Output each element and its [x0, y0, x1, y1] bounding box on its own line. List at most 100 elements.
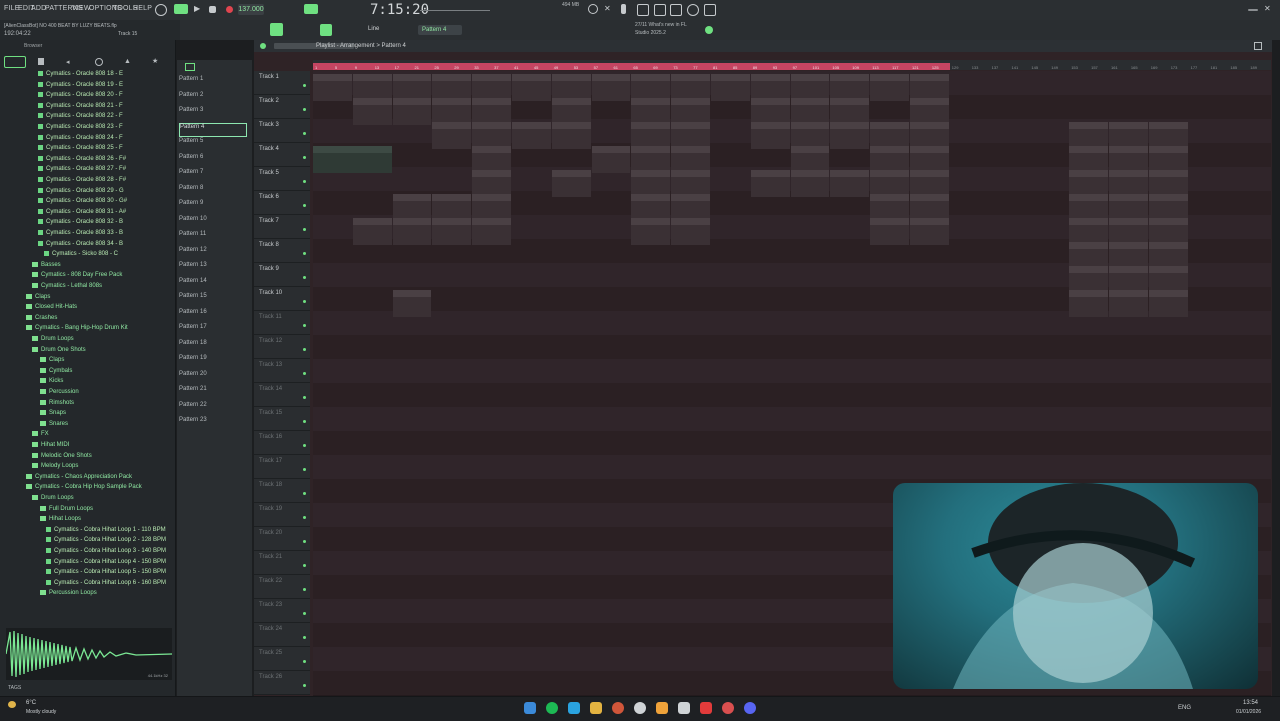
browser-folder[interactable]: Percussion	[40, 389, 79, 399]
track-header[interactable]: Track 9	[254, 263, 310, 287]
pattern-clip[interactable]: Pattern 20	[631, 194, 671, 221]
discord-icon[interactable]	[744, 702, 756, 714]
pattern-clip[interactable]: Pattern 13	[472, 170, 511, 197]
pattern-item[interactable]: Pattern 5	[179, 138, 245, 150]
pattern-clip[interactable]: Pattern 3	[910, 74, 949, 101]
browser-folder[interactable]: Drum One Shots	[32, 346, 86, 357]
track-mute-led[interactable]	[303, 204, 306, 207]
pattern-clip[interactable]: Pattern 18	[1069, 290, 1108, 317]
browser-file[interactable]: Cymatics - Cobra Hihat Loop 4 - 150 BPM	[46, 558, 166, 569]
pattern-item[interactable]: Pattern 16	[179, 309, 245, 321]
news-line-2[interactable]: Studio 2025.2	[635, 30, 666, 36]
pattern-item[interactable]: Pattern 3	[179, 107, 245, 119]
browser-back-button[interactable]	[4, 56, 26, 68]
browser-folder[interactable]: Cymbals	[40, 367, 72, 378]
weather-desc[interactable]: Mostly cloudy	[26, 709, 56, 715]
pattern-clip[interactable]: Pattern 12	[631, 146, 671, 173]
pattern-clip[interactable]: Patt. 16	[750, 98, 790, 125]
pattern-clip[interactable]: Pattern 14	[551, 170, 591, 197]
pattern-item[interactable]: Pattern 9	[179, 200, 245, 212]
track-header[interactable]: Track 24	[254, 623, 310, 647]
browser-settings-icon[interactable]	[95, 58, 103, 66]
piano-roll-icon[interactable]	[637, 4, 649, 16]
pattern-clip[interactable]: Pattern 18	[1148, 290, 1188, 317]
master-pitch-slider[interactable]	[420, 10, 490, 11]
pattern-clip[interactable]: Pattern 18	[671, 218, 710, 245]
pattern-clip[interactable]: Pattern 20	[910, 194, 949, 221]
youtube-icon[interactable]	[700, 702, 712, 714]
pattern-clip[interactable]: Pattern 18	[910, 218, 949, 245]
pattern-selector[interactable]: Pattern 4	[418, 25, 462, 35]
browser-folder[interactable]: Melody Loops	[32, 463, 78, 473]
metronome-icon[interactable]	[155, 4, 167, 16]
track-mute-led[interactable]	[303, 396, 306, 399]
pattern-clip[interactable]: Pattern 12	[1148, 170, 1188, 197]
browser-file[interactable]: Cymatics - Oracle 808 29 - G	[38, 187, 124, 198]
pattern-item[interactable]: Pattern 13	[179, 262, 245, 274]
pattern-song-toggle[interactable]	[174, 4, 188, 14]
pattern-clip[interactable]: Pattern 1	[1069, 122, 1108, 149]
browser-file[interactable]: Cymatics - Oracle 808 33 - B	[38, 230, 123, 240]
pattern-clip[interactable]: Pattern 3	[472, 74, 511, 101]
menu-help[interactable]: HELP	[133, 5, 152, 12]
app-icon-red[interactable]	[722, 702, 734, 714]
browser-file[interactable]: Cymatics - Cobra Hihat Loop 6 - 160 BPM	[46, 579, 166, 590]
pattern-clip[interactable]: Pattern 15	[352, 98, 392, 125]
playlist-lane[interactable]	[313, 455, 1271, 480]
pattern-clip[interactable]: Pattern 20	[432, 194, 472, 221]
browser-folder[interactable]: Basses	[32, 261, 61, 272]
pattern-clip[interactable]: Pattern 18	[1069, 242, 1108, 269]
browser-file[interactable]: Cymatics - Oracle 808 26 - F#	[38, 155, 126, 166]
browser-file[interactable]: Cymatics - Oracle 808 23 - F	[38, 124, 123, 134]
pattern-clip[interactable]: Patt. 13	[750, 170, 790, 197]
pattern-clip[interactable]: Pattern 18	[1109, 290, 1148, 317]
pattern-item[interactable]: Pattern 14	[179, 278, 245, 290]
track-header[interactable]: Track 1	[254, 71, 310, 95]
pattern-clip[interactable]: Pattern 17	[830, 98, 870, 125]
track-header[interactable]: Track 19	[254, 503, 310, 527]
pattern-clip[interactable]: Pattern 22	[910, 122, 949, 149]
sample-waveform-preview[interactable]: 44.1kHz 32	[6, 628, 172, 680]
browser-file[interactable]: Cymatics - Oracle 808 18 - E	[38, 71, 123, 81]
browser-file[interactable]: Cymatics - Oracle 808 20 - F	[38, 92, 123, 102]
track-mute-led[interactable]	[303, 612, 306, 615]
pattern-clip[interactable]: Pattern 12	[1069, 170, 1108, 197]
pattern-clip[interactable]: Pattern 8	[1109, 146, 1148, 173]
plugin-database-icon[interactable]	[670, 4, 682, 16]
pattern-clip[interactable]: Pattern 18	[1148, 242, 1188, 269]
pattern-clip[interactable]: Pattern 15	[1069, 218, 1108, 245]
pattern-clip[interactable]: Pattern 13	[830, 170, 870, 197]
pattern-item[interactable]: Pattern 6	[179, 154, 245, 166]
track-header[interactable]: Track 6	[254, 191, 310, 215]
pattern-clip[interactable]: Pattern 13	[1069, 194, 1108, 221]
pattern-clip[interactable]: Pattern 12	[671, 146, 710, 173]
pattern-item[interactable]: Pattern 22	[179, 402, 245, 414]
pattern-clip[interactable]: Pattern 19	[1069, 266, 1108, 293]
stop-icon[interactable]	[209, 6, 216, 13]
browser-file[interactable]: Cymatics - Oracle 808 32 - B	[38, 219, 123, 229]
pattern-clip[interactable]: Pattern 7	[870, 74, 909, 101]
browser-folder[interactable]: Snares	[40, 420, 68, 431]
track-mute-led[interactable]	[303, 132, 306, 135]
pattern-clip[interactable]: Pattern 8	[432, 122, 472, 149]
pattern-clip[interactable]: Pattern 12	[790, 146, 830, 173]
track-mute-led[interactable]	[303, 660, 306, 663]
browser-file[interactable]: Cymatics - Oracle 808 19 - E	[38, 81, 123, 92]
pattern-clip[interactable]: Pattern 18	[392, 218, 432, 245]
pattern-clip[interactable]: Pattern 13	[870, 170, 909, 197]
track-header[interactable]: Track 14	[254, 383, 310, 407]
track-mute-led[interactable]	[303, 372, 306, 375]
browser-file[interactable]: Cymatics - Oracle 808 25 - F	[38, 145, 123, 155]
playlist-menu-icon[interactable]	[260, 43, 266, 49]
browser-folder[interactable]: Rimshots	[40, 399, 74, 410]
mic-icon[interactable]	[621, 4, 626, 14]
channel-rack-icon[interactable]	[654, 4, 666, 16]
track-mute-led[interactable]	[303, 108, 306, 111]
windows-start-icon[interactable]	[524, 702, 536, 714]
tempo-display[interactable]: 137.000	[238, 4, 264, 15]
snap-mode[interactable]: Line	[368, 26, 379, 32]
pattern-clip[interactable]: Pattern 1	[1109, 122, 1148, 149]
pattern-clip[interactable]: Pattern 12	[591, 146, 631, 173]
pattern-item[interactable]: Pattern 17	[179, 324, 245, 336]
spotify-icon[interactable]	[546, 702, 558, 714]
